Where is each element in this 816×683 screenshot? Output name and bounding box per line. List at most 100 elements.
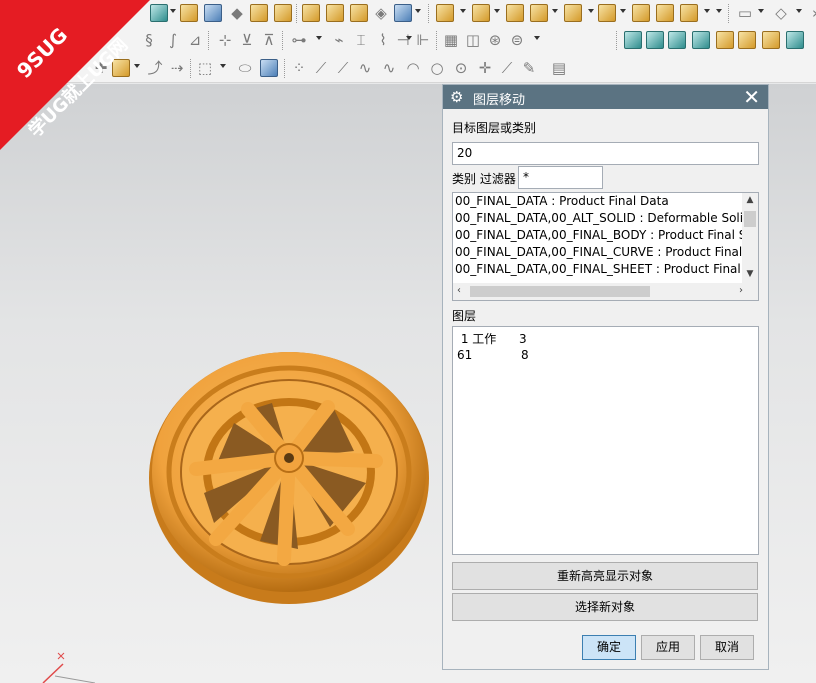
line2-icon[interactable]: ⟋ bbox=[334, 59, 352, 77]
chevron-down-icon[interactable] bbox=[316, 36, 322, 40]
chevron-down-icon[interactable] bbox=[220, 64, 226, 68]
plane-icon[interactable]: ◈ bbox=[372, 4, 390, 22]
cancel-button[interactable]: 取消 bbox=[700, 635, 754, 660]
box-select-icon[interactable]: ⬚ bbox=[196, 59, 214, 77]
display-icon[interactable] bbox=[668, 31, 686, 49]
apply-button[interactable]: 应用 bbox=[641, 635, 695, 660]
circle-icon[interactable]: ○ bbox=[428, 59, 446, 77]
csys-icon[interactable] bbox=[394, 4, 412, 22]
chevron-down-icon[interactable] bbox=[494, 9, 500, 13]
join-icon[interactable]: ⊩ bbox=[414, 31, 432, 49]
surface-icon[interactable]: ◫ bbox=[464, 31, 482, 49]
dialog-title-bar[interactable]: ⚙ 图层移动 ✕ bbox=[443, 85, 768, 109]
grid-icon[interactable]: ▤ bbox=[550, 59, 568, 77]
list-item[interactable]: 00_FINAL_DATA : Product Final Data bbox=[453, 193, 758, 210]
chevron-down-icon[interactable] bbox=[796, 9, 802, 13]
chevron-down-icon[interactable] bbox=[588, 9, 594, 13]
measure-icon[interactable] bbox=[646, 31, 664, 49]
chevron-down-icon[interactable] bbox=[620, 9, 626, 13]
sweep-icon[interactable]: ⊛ bbox=[486, 31, 504, 49]
layer-row[interactable]: 61 8 bbox=[453, 347, 758, 363]
gear-icon[interactable]: ⚙ bbox=[450, 88, 463, 106]
intersect-icon[interactable]: ⌶ bbox=[352, 31, 370, 49]
blend-icon[interactable]: ⊜ bbox=[508, 31, 526, 49]
list-item[interactable]: 00_FINAL_DATA,00_FINAL_CURVE : Product F… bbox=[453, 244, 758, 261]
extrude-icon[interactable] bbox=[274, 4, 292, 22]
pattern-icon[interactable] bbox=[250, 4, 268, 22]
layer-list[interactable]: 1 工作 3 61 8 bbox=[452, 326, 759, 555]
boolean-icon[interactable] bbox=[204, 4, 222, 22]
scroll-left-icon[interactable]: ‹ bbox=[457, 285, 461, 297]
bridge-icon[interactable]: ⌇ bbox=[374, 31, 392, 49]
light-icon[interactable] bbox=[738, 31, 756, 49]
list-item[interactable]: 00_FINAL_DATA,00_FINAL_SHEET : Product F… bbox=[453, 261, 758, 278]
body-icon[interactable]: ⬭ bbox=[236, 59, 254, 77]
pad-icon[interactable] bbox=[530, 4, 548, 22]
analysis-icon[interactable] bbox=[624, 31, 642, 49]
material-icon[interactable] bbox=[716, 31, 734, 49]
select-new-objects-button[interactable]: 选择新对象 bbox=[452, 593, 758, 621]
category-filter-input[interactable]: * bbox=[518, 166, 603, 189]
revolve-icon[interactable] bbox=[302, 4, 320, 22]
chevron-down-icon[interactable] bbox=[534, 36, 540, 40]
hole-icon[interactable] bbox=[436, 4, 454, 22]
dimension-icon[interactable]: ⊻ bbox=[238, 31, 256, 49]
point-icon[interactable]: ⊙ bbox=[452, 59, 470, 77]
shade-icon[interactable] bbox=[692, 31, 710, 49]
chevron-down-icon[interactable] bbox=[704, 9, 710, 13]
chevron-down-icon[interactable] bbox=[170, 9, 176, 13]
view-icon[interactable]: ◇ bbox=[772, 4, 790, 22]
brush-icon[interactable]: ✎ bbox=[520, 59, 538, 77]
shape-icon[interactable] bbox=[150, 4, 168, 22]
list-item[interactable]: 00_FINAL_DATA,00_ALT_SOLID : Deformable … bbox=[453, 210, 758, 227]
boss-icon[interactable] bbox=[472, 4, 490, 22]
spline-icon[interactable]: ∿ bbox=[356, 59, 374, 77]
extract-icon[interactable]: ⊣ bbox=[394, 31, 412, 49]
scroll-down-icon[interactable]: ▼ bbox=[745, 269, 755, 279]
scroll-up-icon[interactable]: ▲ bbox=[745, 195, 755, 205]
horizontal-scrollbar[interactable]: ‹ › bbox=[453, 283, 758, 300]
scroll-thumb[interactable] bbox=[470, 286, 650, 297]
chevron-down-icon[interactable] bbox=[406, 36, 412, 40]
layer-row[interactable]: 1 工作 3 bbox=[453, 331, 758, 347]
line-icon[interactable]: ⟋ bbox=[312, 59, 330, 77]
pen-icon[interactable]: ⟋ bbox=[498, 59, 516, 77]
groove-icon[interactable] bbox=[598, 4, 616, 22]
offset-icon[interactable]: ⊼ bbox=[260, 31, 278, 49]
fillet-icon[interactable]: ⊿ bbox=[186, 31, 204, 49]
chevron-down-icon[interactable] bbox=[415, 9, 421, 13]
rectangle-icon[interactable]: ▭ bbox=[736, 4, 754, 22]
chevron-down-icon[interactable] bbox=[758, 9, 764, 13]
split-icon[interactable] bbox=[680, 4, 698, 22]
sheet-icon[interactable]: ◆ bbox=[228, 4, 246, 22]
wave-icon[interactable]: ∿ bbox=[380, 59, 398, 77]
more-icon[interactable]: › bbox=[806, 4, 816, 22]
block-icon[interactable] bbox=[180, 4, 198, 22]
list-item[interactable]: 00_FINAL_DATA,00_FINAL_BODY : Product Fi… bbox=[453, 227, 758, 244]
trim-icon[interactable] bbox=[656, 4, 674, 22]
thread-icon[interactable] bbox=[632, 4, 650, 22]
mirror-icon[interactable]: ⊶ bbox=[290, 31, 308, 49]
target-layer-input[interactable]: 20 bbox=[452, 142, 759, 165]
arc-icon[interactable]: ◠ bbox=[404, 59, 422, 77]
constraint-icon[interactable]: ⊹ bbox=[216, 31, 234, 49]
points-icon[interactable]: ⁘ bbox=[290, 59, 308, 77]
section-icon[interactable] bbox=[786, 31, 804, 49]
cross-icon[interactable]: ✛ bbox=[476, 59, 494, 77]
close-icon[interactable]: ✕ bbox=[743, 86, 760, 108]
move-icon[interactable]: ⇢ bbox=[168, 59, 186, 77]
render-icon[interactable] bbox=[762, 31, 780, 49]
pocket-icon[interactable] bbox=[506, 4, 524, 22]
scroll-thumb[interactable] bbox=[744, 211, 756, 227]
chevron-down-icon[interactable] bbox=[460, 9, 466, 13]
vertical-scrollbar[interactable]: ▲ ▼ bbox=[742, 193, 758, 283]
slot-icon[interactable] bbox=[564, 4, 582, 22]
ok-button[interactable]: 确定 bbox=[582, 635, 636, 660]
chamfer-icon[interactable] bbox=[350, 4, 368, 22]
sphere-icon[interactable] bbox=[326, 4, 344, 22]
solid-icon[interactable] bbox=[260, 59, 278, 77]
chevron-down-icon[interactable] bbox=[552, 9, 558, 13]
category-list[interactable]: 00_FINAL_DATA : Product Final Data 00_FI… bbox=[452, 192, 759, 301]
curve-icon[interactable]: ∫ bbox=[164, 31, 182, 49]
scroll-right-icon[interactable]: › bbox=[739, 285, 743, 297]
